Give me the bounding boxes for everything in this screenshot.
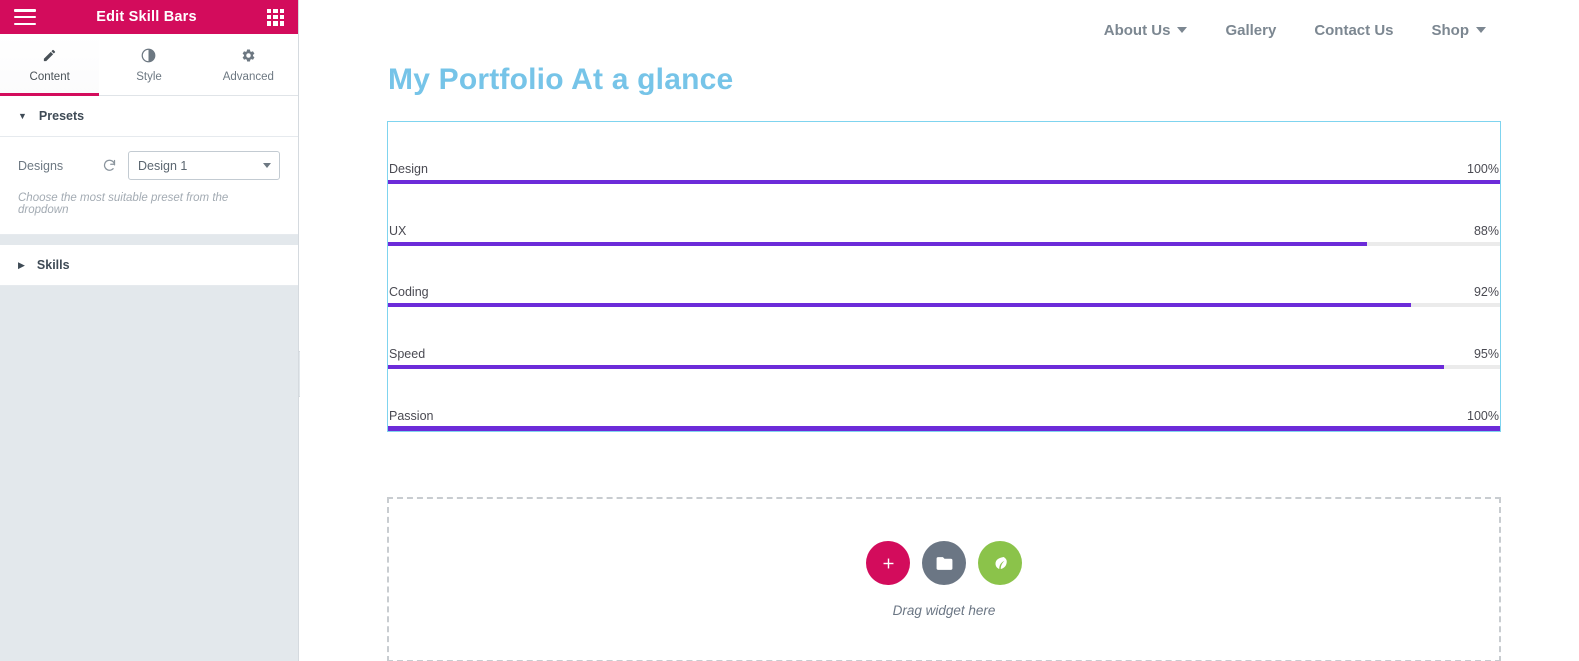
tab-content[interactable]: Content [0,34,100,96]
designs-select[interactable]: Design 1 [128,151,280,180]
section-title-presets: Presets [38,109,85,123]
skill-name: Coding [389,285,429,300]
skill-percent: 92% [1473,285,1499,300]
nav-item-contact-us[interactable]: Contact Us [1314,22,1393,39]
tab-content-label: Content [29,71,70,83]
elementor-editor: Edit Skill Bars Content Style Advanced ▼… [0,0,1579,661]
drop-zone-label: Drag widget here [892,603,996,619]
skill-row: Speed 95% [388,307,1500,370]
pencil-icon [42,47,57,64]
add-element-button[interactable] [866,541,910,586]
chevron-down-icon [1177,27,1188,33]
nav-item-gallery[interactable]: Gallery [1225,22,1276,39]
nav-item-about-us[interactable]: About Us [1104,22,1188,39]
chevron-down-icon: ▼ [18,110,27,121]
nav-label: Contact Us [1314,21,1394,39]
nav-label: Gallery [1225,21,1277,39]
nav-label: Shop [1431,21,1470,39]
panel-header: Edit Skill Bars [0,0,298,34]
designs-control-row: Designs Design 1 [18,151,280,180]
nav-label: About Us [1103,21,1171,39]
section-divider-bottom [0,286,298,296]
section-header-presets[interactable]: ▼ Presets [0,96,298,137]
skill-meta: Design 100% [388,162,1500,176]
nav-item-shop[interactable]: Shop [1431,21,1486,39]
chevron-down-icon [1476,27,1486,33]
skill-bars-widget[interactable]: Design 100% UX 88% Coding 92% Speed 95% … [387,121,1501,433]
section-title-skills: Skills [36,258,70,272]
skill-percent: 100% [1467,161,1499,176]
tab-advanced-label: Advanced [222,71,274,83]
gear-icon [241,47,256,64]
drop-zone-buttons [866,541,1022,586]
skill-row: UX 88% [388,184,1500,246]
presets-hint: Choose the most suitable preset from the… [18,192,229,216]
drag-widget-drop-zone[interactable]: Drag widget here [387,497,1501,661]
refresh-icon[interactable] [102,158,128,173]
section-divider [0,235,298,245]
skill-percent: 100% [1467,409,1499,424]
editor-panel: Edit Skill Bars Content Style Advanced ▼… [0,0,299,661]
panel-tabs: Content Style Advanced [0,34,298,96]
designs-label: Designs [18,158,64,173]
add-addon-button[interactable] [978,541,1022,586]
skill-percent: 88% [1473,223,1499,238]
skill-meta: Speed 95% [388,347,1500,361]
chevron-right-icon: ▶ [18,259,25,270]
chevron-down-icon [263,163,271,168]
skill-meta: Coding 92% [388,285,1500,299]
skill-name: Design [389,161,428,176]
skill-meta: UX 88% [388,224,1500,238]
page-title: My Portfolio At a glance [388,63,734,96]
tab-style-label: Style [136,71,162,83]
skill-row: Passion 100% [388,369,1500,432]
designs-select-value: Design 1 [138,158,188,173]
skill-name: UX [389,223,407,238]
skill-track [388,426,1500,432]
tab-advanced[interactable]: Advanced [199,34,298,96]
section-header-skills[interactable]: ▶ Skills [0,245,298,286]
tab-style[interactable]: Style [99,34,198,96]
preview-canvas: About Us Gallery Contact Us Shop My Port… [300,0,1579,661]
skill-name: Passion [389,409,434,424]
skill-percent: 95% [1473,347,1499,362]
skill-meta: Passion 100% [388,409,1500,423]
presets-body: Designs Design 1 Choose the most suitabl… [0,137,298,235]
widgets-grid-icon[interactable] [267,8,284,26]
panel-title: Edit Skill Bars [96,9,197,25]
skill-fill [388,426,1500,432]
site-navigation: About Us Gallery Contact Us Shop [300,0,1579,46]
skill-row: Coding 92% [388,246,1500,308]
contrast-icon [141,47,156,64]
skill-name: Speed [389,347,426,362]
add-template-button[interactable] [922,541,966,586]
skill-row: Design 100% [388,122,1500,184]
